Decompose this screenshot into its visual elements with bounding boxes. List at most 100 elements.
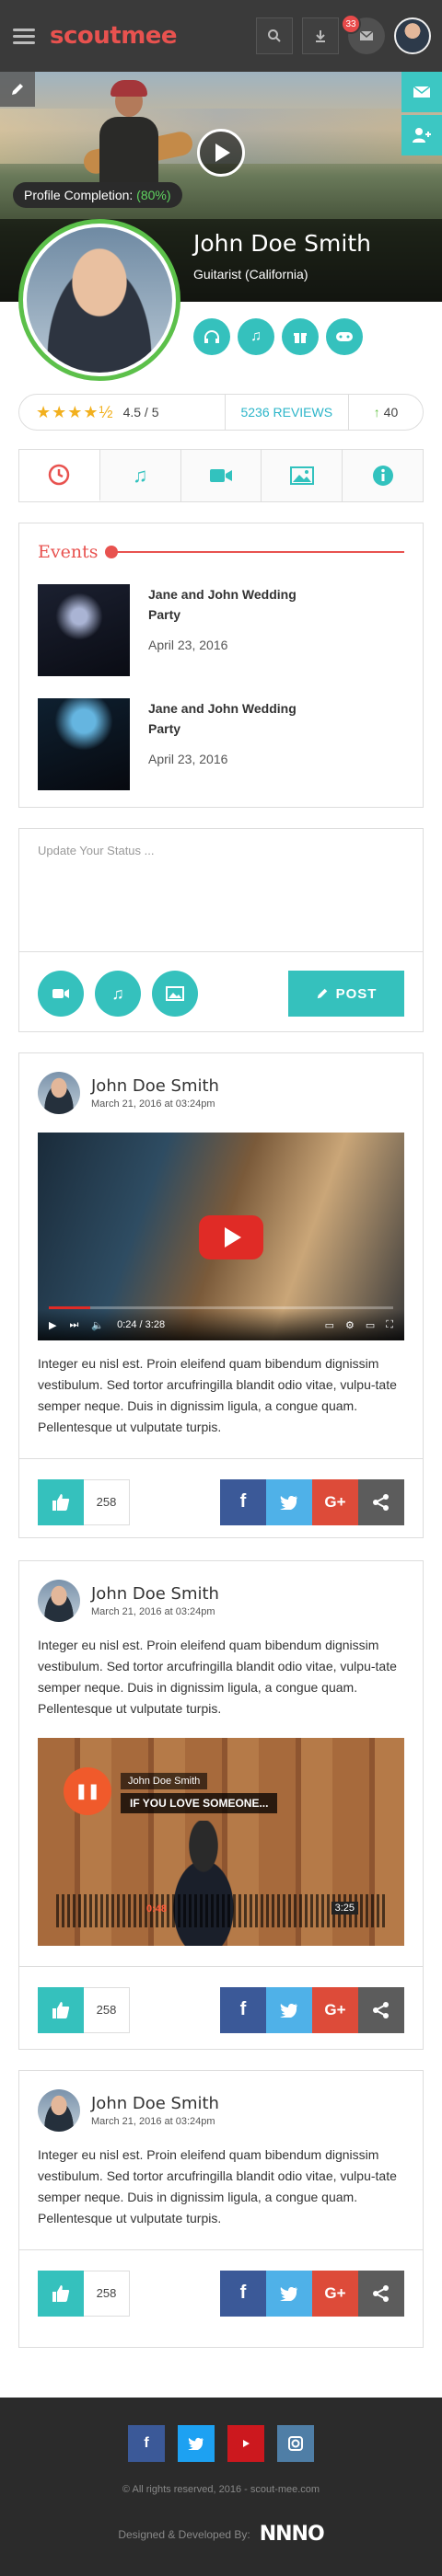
gamepad-icon[interactable] [326,318,363,355]
side-mail-button[interactable] [401,72,442,112]
play-icon[interactable]: ▶ [49,1319,56,1331]
developer-logo[interactable]: NNNO [260,2523,325,2546]
post-author[interactable]: John Doe Smith [91,1076,219,1096]
share-google-plus-button[interactable]: G+ [312,2270,358,2317]
music-note-icon[interactable]: ♫ [238,318,274,355]
audio-player[interactable]: ❚❚ John Doe Smith IF YOU LOVE SOMEONE...… [38,1738,404,1946]
event-thumbnail[interactable] [38,698,130,790]
share-icon [373,1493,389,1511]
search-button[interactable] [256,17,293,54]
messages-button[interactable]: 33 [341,14,385,54]
menu-icon[interactable] [13,28,35,44]
tab-timeline[interactable] [19,450,100,501]
reviews-link[interactable]: 5236 REVIEWS [224,395,349,430]
next-icon[interactable]: ⏭ [69,1319,78,1331]
arrow-up-icon: ↑ [373,405,380,420]
share-twitter-button[interactable] [266,1986,312,2033]
event-title[interactable]: Jane and John Wedding Party [148,584,314,625]
post-footer: 258 f G+ [19,1966,423,2053]
share-icon [373,2284,389,2302]
app-logo[interactable]: scoutmee [50,22,178,50]
edit-cover-button[interactable] [0,72,35,107]
share-facebook-button[interactable]: f [220,2270,266,2317]
profile-role: Guitarist (California) [193,267,308,282]
share-buttons: f G+ [220,2270,404,2317]
status-input[interactable]: Update Your Status ... [19,829,423,952]
post-author-avatar[interactable] [38,1072,80,1114]
video-player[interactable]: ▶ ⏭ 🔈 0:24 / 3:28 ▭ ⚙ ▭ ⛶ [38,1133,404,1340]
share-more-button[interactable] [358,1478,404,1525]
share-more-button[interactable] [358,2270,404,2317]
rating-score: 4.5 / 5 [122,405,159,420]
user-avatar[interactable] [394,17,431,54]
post-header: John Doe Smith March 21, 2016 at 03:24pm [19,2071,423,2132]
twitter-icon[interactable] [178,2425,215,2462]
share-twitter-button[interactable] [266,1478,312,1525]
fullscreen-icon[interactable]: ⛶ [386,1319,393,1331]
like-button[interactable] [38,1478,84,1525]
pause-button[interactable]: ❚❚ [64,1767,111,1815]
event-item[interactable]: Jane and John Wedding Party April 23, 20… [38,584,404,676]
designed-by: Designed & Developed By: NNNO [0,2523,442,2546]
theater-icon[interactable]: ▭ [366,1319,375,1331]
profile-quick-links: ♫ [193,318,363,355]
attach-image-button[interactable] [152,971,198,1017]
notification-badge: 33 [341,14,361,34]
tab-music[interactable]: ♫ [99,450,181,501]
youtube-icon[interactable] [227,2425,264,2462]
post-timestamp: March 21, 2016 at 03:24pm [91,2116,215,2127]
like-button[interactable] [38,1986,84,2033]
share-google-plus-button[interactable]: G+ [312,1986,358,2033]
post-button[interactable]: POST [288,971,404,1017]
share-google-plus-button[interactable]: G+ [312,1478,358,1525]
add-user-icon [413,128,431,143]
events-divider [105,546,404,558]
headphones-icon[interactable] [193,318,230,355]
designed-by-label: Designed & Developed By: [118,2527,250,2541]
facebook-icon[interactable]: f [128,2425,165,2462]
post-text: Integer eu nisl est. Proin eleifend quam… [38,1356,397,1434]
tab-videos[interactable] [180,450,262,501]
video-camera-icon [52,989,69,998]
share-twitter-button[interactable] [266,2270,312,2317]
thumbs-up-icon [52,2001,70,2018]
post-author[interactable]: John Doe Smith [91,2094,219,2113]
post-text: Integer eu nisl est. Proin eleifend quam… [38,2147,397,2225]
rating-bar: ★★★★½ 4.5 / 5 5236 REVIEWS ↑ 40 [18,394,424,431]
pencil-icon [12,84,23,95]
event-title[interactable]: Jane and John Wedding Party [148,698,314,739]
thumbs-up-icon [52,2284,70,2302]
post-header: John Doe Smith March 21, 2016 at 03:24pm [19,1053,423,1114]
gift-icon[interactable] [282,318,319,355]
event-thumbnail[interactable] [38,584,130,676]
upvote-count: 40 [383,405,399,420]
post-author-avatar[interactable] [38,2089,80,2132]
upvotes[interactable]: ↑ 40 [349,405,423,420]
settings-icon[interactable]: ⚙ [345,1319,355,1331]
audio-total-time: 3:25 [331,1902,358,1915]
side-add-user-button[interactable] [401,115,442,155]
attach-music-button[interactable]: ♫ [95,971,141,1017]
download-button[interactable] [302,17,339,54]
post-author[interactable]: John Doe Smith [91,1584,219,1604]
instagram-icon[interactable] [277,2425,314,2462]
post-card: John Doe Smith March 21, 2016 at 03:24pm… [18,1052,424,1538]
attach-video-button[interactable] [38,971,84,1017]
subtitles-icon[interactable]: ▭ [325,1319,334,1331]
post-author-avatar[interactable] [38,1580,80,1622]
event-item[interactable]: Jane and John Wedding Party April 23, 20… [38,698,404,790]
like-button[interactable] [38,2270,84,2317]
profile-picture[interactable] [18,219,180,381]
like-count: 258 [84,1986,130,2033]
twitter-icon [280,1495,297,1510]
share-icon [373,2001,389,2018]
share-facebook-button[interactable]: f [220,1478,266,1525]
share-facebook-button[interactable]: f [220,1986,266,2033]
youtube-play-button[interactable] [199,1215,263,1259]
post-header: John Doe Smith March 21, 2016 at 03:24pm [19,1561,423,1622]
tab-info[interactable] [343,450,423,501]
share-more-button[interactable] [358,1986,404,2033]
tab-photos[interactable] [262,450,343,501]
play-cover-video-button[interactable] [197,129,245,177]
volume-icon[interactable]: 🔈 [91,1319,104,1331]
